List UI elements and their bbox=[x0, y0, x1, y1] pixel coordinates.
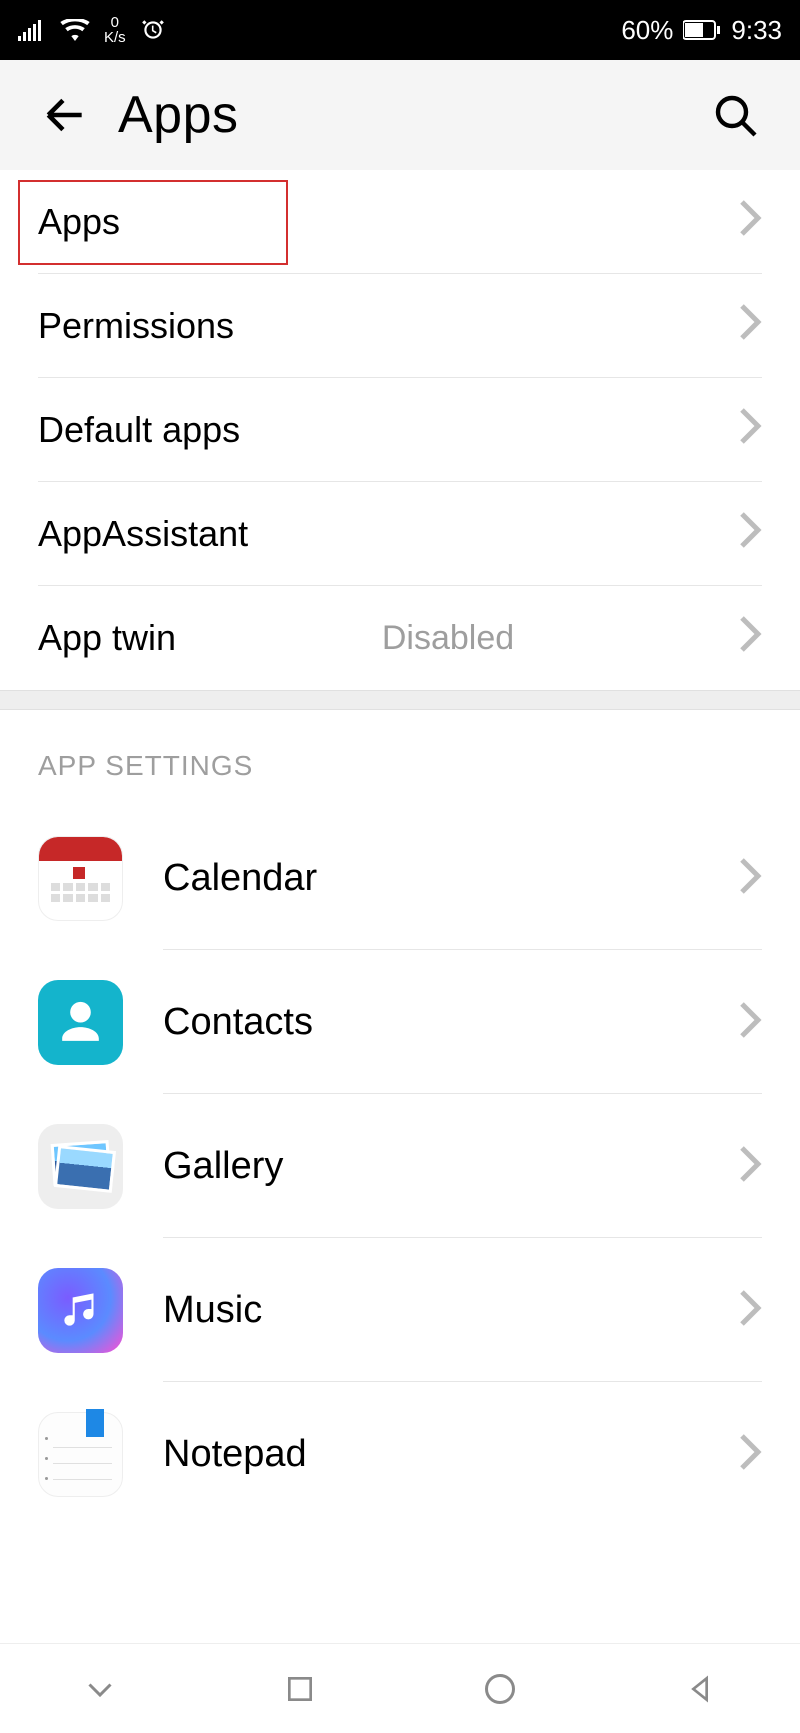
notepad-icon bbox=[38, 1412, 123, 1497]
menu-value: Disabled bbox=[382, 619, 514, 658]
header: Apps bbox=[0, 60, 800, 170]
menu-label: Permissions bbox=[38, 305, 234, 347]
alarm-icon bbox=[140, 17, 166, 43]
menu-item-apps[interactable]: Apps bbox=[0, 170, 800, 274]
wifi-icon bbox=[60, 19, 90, 41]
app-label: Music bbox=[163, 1289, 262, 1332]
navigation-bar bbox=[0, 1643, 800, 1733]
section-divider bbox=[0, 690, 800, 710]
status-bar: 0 K/s 60% 9:33 bbox=[0, 0, 800, 60]
menu-label: AppAssistant bbox=[38, 513, 248, 555]
app-item-music[interactable]: Music bbox=[0, 1238, 800, 1382]
app-label: Notepad bbox=[163, 1433, 307, 1476]
signal-icon bbox=[18, 19, 46, 41]
app-item-gallery[interactable]: Gallery bbox=[0, 1094, 800, 1238]
chevron-right-icon bbox=[738, 1000, 762, 1045]
network-speed-value: 0 bbox=[111, 15, 119, 30]
search-button[interactable] bbox=[700, 80, 770, 150]
nav-home-button[interactable] bbox=[475, 1664, 525, 1714]
app-label: Calendar bbox=[163, 857, 317, 900]
status-right: 60% 9:33 bbox=[621, 15, 782, 46]
chevron-right-icon bbox=[738, 1144, 762, 1189]
screen: 0 K/s 60% 9:33 Apps Ap bbox=[0, 0, 800, 1733]
app-label: Gallery bbox=[163, 1145, 283, 1188]
menu-item-app-assistant[interactable]: AppAssistant bbox=[0, 482, 800, 586]
calendar-icon bbox=[38, 836, 123, 921]
chevron-right-icon bbox=[738, 406, 762, 455]
contacts-icon bbox=[38, 980, 123, 1065]
nav-hide-button[interactable] bbox=[75, 1664, 125, 1714]
apps-section: Calendar Contacts Gallery bbox=[0, 806, 800, 1526]
nav-recents-button[interactable] bbox=[275, 1664, 325, 1714]
chevron-right-icon bbox=[738, 1432, 762, 1477]
menu-item-default-apps[interactable]: Default apps bbox=[0, 378, 800, 482]
content: Apps Permissions Default apps bbox=[0, 170, 800, 1643]
network-speed-unit: K/s bbox=[104, 30, 126, 45]
menu-label: App twin bbox=[38, 617, 176, 659]
back-button[interactable] bbox=[30, 80, 100, 150]
chevron-right-icon bbox=[738, 198, 762, 247]
chevron-right-icon bbox=[738, 856, 762, 901]
menu-label: Default apps bbox=[38, 409, 240, 451]
page-title: Apps bbox=[118, 85, 239, 145]
menu-item-permissions[interactable]: Permissions bbox=[0, 274, 800, 378]
app-label: Contacts bbox=[163, 1001, 313, 1044]
music-icon bbox=[38, 1268, 123, 1353]
group-header: APP SETTINGS bbox=[0, 710, 800, 806]
clock-time: 9:33 bbox=[731, 15, 782, 46]
nav-back-button[interactable] bbox=[675, 1664, 725, 1714]
battery-percent: 60% bbox=[621, 15, 673, 46]
app-item-calendar[interactable]: Calendar bbox=[0, 806, 800, 950]
status-left: 0 K/s bbox=[18, 15, 166, 45]
settings-section: Apps Permissions Default apps bbox=[0, 170, 800, 690]
menu-item-app-twin[interactable]: App twin Disabled bbox=[0, 586, 800, 690]
chevron-right-icon bbox=[738, 1288, 762, 1333]
gallery-icon bbox=[38, 1124, 123, 1209]
battery-icon bbox=[683, 20, 721, 40]
chevron-right-icon bbox=[738, 510, 762, 559]
chevron-right-icon bbox=[738, 614, 762, 663]
network-speed: 0 K/s bbox=[104, 15, 126, 45]
app-item-contacts[interactable]: Contacts bbox=[0, 950, 800, 1094]
menu-label: Apps bbox=[38, 201, 120, 243]
app-item-notepad[interactable]: Notepad bbox=[0, 1382, 800, 1526]
chevron-right-icon bbox=[738, 302, 762, 351]
